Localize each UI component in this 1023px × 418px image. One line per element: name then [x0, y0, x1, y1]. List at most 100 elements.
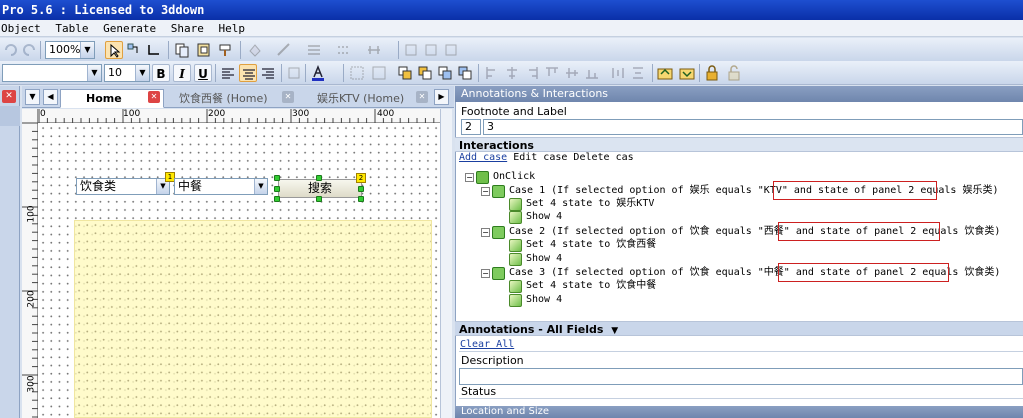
collapse-icon[interactable]: − — [481, 228, 490, 237]
chevron-down-icon[interactable]: ▼ — [254, 179, 267, 194]
canvas-vertical-scrollbar[interactable] — [440, 109, 452, 418]
description-field[interactable] — [459, 368, 1023, 385]
clear-all-link[interactable]: Clear All — [460, 339, 514, 350]
font-family-select[interactable]: ▼ — [2, 64, 102, 82]
align-objects-middle-icon[interactable] — [563, 64, 581, 82]
subcategory-dropdown[interactable]: 中餐 ▼ — [174, 178, 268, 195]
paste-format-icon[interactable] — [195, 41, 213, 59]
delete-case-link[interactable]: Delete cas — [573, 152, 633, 163]
underline-button[interactable]: U — [194, 64, 212, 82]
format-painter-icon[interactable] — [217, 41, 235, 59]
location-size-header[interactable]: Location and Size — [455, 406, 1023, 418]
ruler-label: 100 — [123, 109, 141, 119]
case-2-action-2[interactable]: Show 4 — [526, 252, 562, 266]
line-style-icon[interactable] — [335, 41, 353, 59]
copy-format-icon[interactable] — [173, 41, 191, 59]
chevron-down-icon[interactable]: ▼ — [611, 326, 618, 336]
case-3-action-1[interactable]: Set 4 state to 饮食中餐 — [526, 279, 656, 293]
zoom-select[interactable]: 100% ▼ — [45, 41, 95, 59]
action-icon — [509, 198, 522, 211]
resize-handle[interactable] — [274, 196, 280, 202]
collapse-icon[interactable]: − — [481, 269, 490, 278]
close-icon[interactable]: ✕ — [416, 91, 428, 103]
close-icon[interactable]: ✕ — [2, 90, 16, 103]
menu-generate[interactable]: Generate — [103, 22, 156, 35]
undo-icon[interactable] — [2, 41, 20, 59]
connector-tool-icon[interactable] — [125, 41, 143, 59]
line-color-icon[interactable] — [275, 41, 293, 59]
send-back-icon[interactable] — [456, 64, 474, 82]
menu-object[interactable]: Object — [1, 22, 41, 35]
tab-entertainment-ktv[interactable]: 娱乐KTV (Home) — [310, 89, 411, 108]
resize-handle[interactable] — [358, 196, 364, 202]
export-image-icon[interactable] — [678, 64, 696, 82]
text-align-right-icon[interactable] — [259, 64, 277, 82]
connector-elbow-icon[interactable] — [145, 41, 163, 59]
resize-handle[interactable] — [274, 186, 280, 192]
annotation-fields-header[interactable]: Annotations - All Fields ▼ — [455, 321, 1023, 336]
pointer-tool-icon[interactable] — [105, 41, 123, 59]
resize-handle[interactable] — [274, 175, 280, 181]
event-onclick[interactable]: OnClick — [493, 170, 535, 184]
bold-button[interactable]: B — [152, 64, 170, 82]
tab-scroll-right-icon[interactable]: ▶ — [434, 89, 449, 105]
import-image-icon[interactable] — [656, 64, 674, 82]
send-backward-icon[interactable] — [436, 64, 454, 82]
edit-case-link[interactable]: Edit case — [513, 152, 567, 163]
align-objects-right-icon[interactable] — [523, 64, 541, 82]
distribute-horizontal-icon[interactable] — [609, 64, 627, 82]
arrow-style-icon[interactable] — [365, 41, 383, 59]
unlock-icon[interactable] — [725, 64, 743, 82]
line-width-icon[interactable] — [305, 41, 323, 59]
close-icon[interactable]: ✕ — [282, 91, 294, 103]
bullet-list-icon[interactable] — [285, 64, 303, 82]
dynamic-panel-4[interactable] — [74, 220, 432, 418]
chevron-down-icon[interactable]: ▼ — [135, 65, 149, 81]
tab-list-dropdown[interactable]: ▼ — [25, 89, 40, 105]
collapse-icon[interactable]: − — [465, 173, 474, 182]
page-tab-bar: ▼ ◀ Home ✕ 饮食西餐 (Home) ✕ 娱乐KTV (Home) ✕ … — [22, 86, 454, 108]
align-objects-left-icon[interactable] — [483, 64, 501, 82]
distribute-vertical-icon[interactable] — [629, 64, 647, 82]
align-center-icon[interactable] — [422, 41, 440, 59]
text-align-center-icon[interactable] — [239, 64, 257, 82]
chevron-down-icon[interactable]: ▼ — [80, 42, 94, 58]
fill-color-icon[interactable] — [246, 41, 264, 59]
case-icon — [492, 226, 505, 239]
align-objects-top-icon[interactable] — [543, 64, 561, 82]
menu-share[interactable]: Share — [171, 22, 204, 35]
add-case-link[interactable]: Add case — [459, 152, 507, 163]
collapse-icon[interactable]: − — [481, 187, 490, 196]
font-size-select[interactable]: 10 ▼ — [104, 64, 150, 82]
bring-forward-icon[interactable] — [416, 64, 434, 82]
bring-front-icon[interactable] — [396, 64, 414, 82]
chevron-down-icon[interactable]: ▼ — [87, 65, 101, 81]
case-3-action-2[interactable]: Show 4 — [526, 293, 562, 307]
menu-help[interactable]: Help — [218, 22, 245, 35]
case-2-action-1[interactable]: Set 4 state to 饮食西餐 — [526, 238, 656, 252]
category-dropdown[interactable]: 饮食类 ▼ — [76, 178, 170, 195]
case-1-action-1[interactable]: Set 4 state to 娱乐KTV — [526, 197, 654, 211]
align-right-icon[interactable] — [442, 41, 460, 59]
italic-button[interactable]: I — [173, 64, 191, 82]
align-objects-center-icon[interactable] — [503, 64, 521, 82]
footnote-input[interactable]: 2 — [461, 119, 481, 135]
text-align-left-icon[interactable] — [219, 64, 237, 82]
case-1-action-2[interactable]: Show 4 — [526, 210, 562, 224]
redo-icon[interactable] — [20, 41, 38, 59]
interactions-section-header[interactable]: Interactions — [455, 137, 1023, 152]
font-color-icon[interactable] — [309, 64, 327, 82]
tab-diet-western[interactable]: 饮食西餐 (Home) — [172, 89, 275, 108]
align-left-icon[interactable] — [402, 41, 420, 59]
tab-scroll-left-icon[interactable]: ◀ — [43, 89, 58, 105]
ungroup-icon[interactable] — [370, 64, 388, 82]
close-icon[interactable]: ✕ — [148, 91, 160, 103]
resize-handle[interactable] — [358, 186, 364, 192]
resize-handle[interactable] — [316, 196, 322, 202]
label-input[interactable]: 3 — [483, 119, 1023, 135]
group-icon[interactable] — [348, 64, 366, 82]
lock-icon[interactable] — [703, 64, 721, 82]
align-objects-bottom-icon[interactable] — [583, 64, 601, 82]
resize-handle[interactable] — [316, 175, 322, 181]
menu-table[interactable]: Table — [55, 22, 88, 35]
